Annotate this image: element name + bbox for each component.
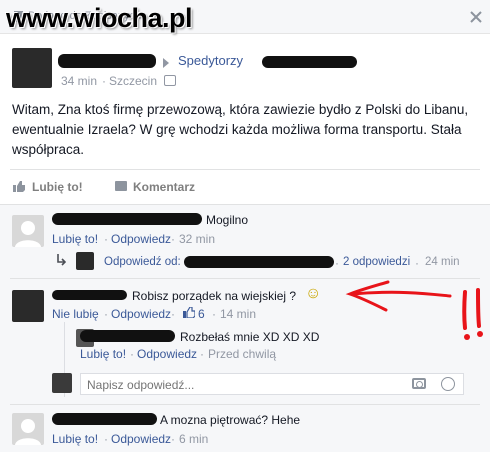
post-location[interactable]: Szczecin: [109, 74, 157, 88]
commenter-avatar[interactable]: [12, 215, 44, 247]
replier-avatar[interactable]: [76, 252, 94, 270]
comment-time[interactable]: 14 min: [220, 307, 256, 321]
comment-time[interactable]: 32 min: [179, 232, 215, 246]
like-count-icon: [183, 306, 196, 319]
reply-time[interactable]: Przed chwilą: [208, 347, 276, 361]
reply-summary-time[interactable]: 24 min: [425, 256, 460, 268]
redacted-replier-name: [80, 330, 175, 342]
redacted-commenter-name: [52, 413, 157, 425]
thumbs-up-icon: [13, 181, 25, 192]
like-count[interactable]: 6: [198, 307, 205, 321]
redacted-group-suffix: [262, 56, 357, 68]
comment-reply-link[interactable]: Odpowiedz: [111, 432, 171, 446]
reply-input[interactable]: [87, 377, 397, 392]
reply-count-link[interactable]: 2 odpowiedzi: [343, 256, 410, 268]
post-time[interactable]: 34 min: [61, 74, 97, 88]
redacted-author-name: [58, 54, 156, 68]
comment-like-link[interactable]: Lubię to!: [52, 232, 98, 246]
comment-unlike-link[interactable]: Nie lubię: [52, 307, 99, 321]
comment-reply-link[interactable]: Odpowiedz: [111, 232, 171, 246]
post-text: Witam, Zna ktoś firmę przewozową, która …: [12, 102, 469, 157]
comment-icon: [115, 181, 127, 191]
reply-arrow-icon: [56, 254, 67, 266]
watermark: www.wiocha.pl: [6, 3, 193, 33]
redacted-commenter-name: [52, 290, 127, 300]
reply-text: Rozbełaś mnie XD XD XD: [180, 330, 320, 344]
comment-text: Mogilno: [206, 213, 249, 227]
redacted-replier-names: [184, 256, 334, 268]
reply-reply-link[interactable]: Odpowiedz: [137, 347, 197, 361]
author-avatar[interactable]: [12, 48, 52, 88]
comment-time[interactable]: 6 min: [179, 432, 208, 446]
comment-text: A mozna piętrować? Hehe: [160, 413, 301, 427]
redacted-commenter-name: [52, 213, 202, 225]
arrow-icon: [163, 58, 169, 68]
reply-like-link[interactable]: Lubię to!: [80, 347, 126, 361]
group-link[interactable]: Spedytorzy: [178, 53, 243, 68]
commenter-avatar[interactable]: [12, 290, 44, 322]
like-button[interactable]: Lubię to!: [32, 180, 83, 194]
close-icon[interactable]: [470, 11, 482, 23]
emoji-icon[interactable]: [441, 377, 455, 391]
current-user-avatar: [52, 373, 72, 393]
commenter-avatar[interactable]: [12, 413, 44, 445]
comment-like-link[interactable]: Lubię to!: [52, 432, 98, 446]
reply-input-box[interactable]: [80, 373, 464, 395]
reply-summary-prefix[interactable]: Odpowiedź od:: [104, 256, 181, 268]
post: Spedytorzy 34 min · Szczecin Witam, Zna …: [0, 34, 490, 204]
comment-reply-link[interactable]: Odpowiedz: [111, 307, 171, 321]
audience-icon[interactable]: [164, 75, 176, 86]
comment-text: Robisz porządek na wiejskiej ?: [132, 289, 297, 303]
dot-separator: ·: [102, 74, 106, 88]
smiley-emoji: ☺: [305, 285, 322, 302]
red-arrow-annotation: [345, 280, 483, 340]
comment-button[interactable]: Komentarz: [133, 180, 195, 194]
saved-topbar: Dodano do Zapisanych www.wiocha.pl: [0, 0, 490, 34]
camera-icon[interactable]: [412, 378, 426, 389]
